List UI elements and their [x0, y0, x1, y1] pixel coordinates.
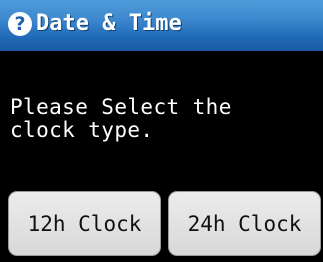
help-icon[interactable]: ?: [8, 12, 32, 36]
screen: ? Date & Time Please Select the clock ty…: [0, 0, 323, 262]
prompt-message: Please Select the clock type.: [10, 95, 232, 142]
page-title: Date & Time: [36, 11, 182, 36]
24h-clock-button[interactable]: 24h Clock: [168, 191, 321, 256]
12h-clock-button[interactable]: 12h Clock: [8, 191, 161, 256]
title-bar: ? Date & Time: [0, 0, 323, 51]
